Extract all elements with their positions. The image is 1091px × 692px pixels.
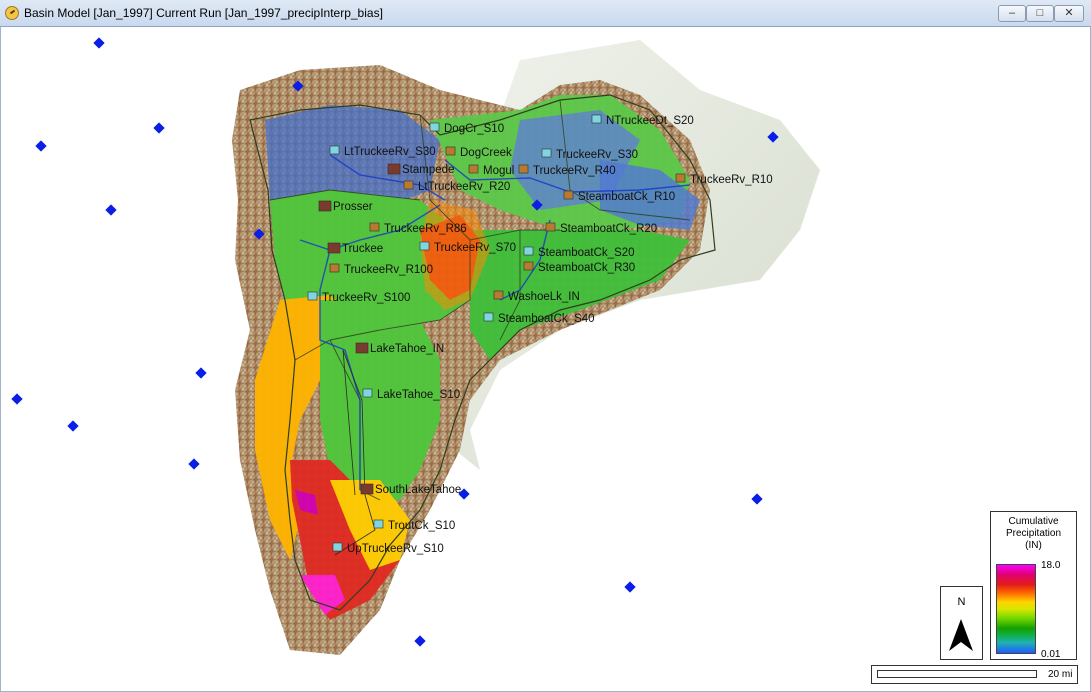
element-label[interactable]: Truckee [342,243,383,255]
north-label: N [957,596,966,608]
gage-marker[interactable] [93,37,105,49]
reach-icon[interactable] [523,261,534,271]
reservoir-icon[interactable] [327,242,341,254]
subbasin-icon[interactable] [429,122,440,132]
element-label[interactable]: Stampede [402,164,454,176]
scale-bar-line [877,670,1037,678]
reservoir-icon[interactable] [318,200,332,212]
north-arrow-icon [949,619,973,651]
gage-marker[interactable] [153,122,165,134]
gage-marker[interactable] [751,493,763,505]
element-label[interactable]: LakeTahoe_S10 [377,389,460,401]
element-label[interactable]: DogCr_S10 [444,123,504,135]
reach-icon[interactable] [329,263,340,273]
gage-marker[interactable] [624,581,636,593]
element-label[interactable]: LtTruckeeRv_S30 [344,146,436,158]
element-label[interactable]: TruckeeRv_R40 [533,165,616,177]
reach-icon[interactable] [675,173,686,183]
reach-icon[interactable] [563,190,574,200]
gage-marker[interactable] [35,140,47,152]
element-label[interactable]: Mogul [483,165,514,177]
subbasin-icon[interactable] [329,145,340,155]
element-label[interactable]: TruckeeRv_S70 [434,242,516,254]
reach-icon[interactable] [445,146,456,156]
element-label[interactable]: WashoeLk_IN [508,291,580,303]
precipitation-legend: Cumulative Precipitation (IN) 18.0 0.01 [990,511,1077,660]
gage-marker[interactable] [67,420,79,432]
element-label[interactable]: LakeTahoe_IN [370,343,444,355]
element-label[interactable]: Prosser [333,201,373,213]
subbasin-icon[interactable] [591,114,602,124]
reach-icon[interactable] [493,290,504,300]
element-label[interactable]: TruckeeRv_R86 [384,223,467,235]
legend-color-ramp [996,564,1036,654]
legend-title-line-2: Precipitation [1005,528,1062,539]
legend-title-line-1: Cumulative [1008,516,1059,527]
gage-marker[interactable] [11,393,23,405]
reach-icon[interactable] [545,222,556,232]
element-label[interactable]: NTruckeeDt_S20 [606,115,694,127]
element-label[interactable]: TruckeeRv_S30 [556,149,638,161]
element-label[interactable]: TruckeeRv_R100 [344,264,433,276]
element-label[interactable]: DogCreek [460,147,512,159]
element-label[interactable]: SouthLakeTahoe [375,484,461,496]
legend-min-value: 0.01 [1041,649,1061,660]
element-label[interactable]: UpTruckeeRv_S10 [347,543,444,555]
subbasin-icon[interactable] [541,148,552,158]
reach-icon[interactable] [369,222,380,232]
element-label[interactable]: TruckeeRv_S100 [322,292,410,304]
subbasin-icon[interactable] [332,542,343,552]
reservoir-icon[interactable] [387,163,401,175]
legend-title-line-3: (IN) [1025,540,1042,551]
reach-icon[interactable] [518,164,529,174]
scale-bar: 20 mi [871,665,1078,684]
north-arrow-box: N [940,586,983,660]
reservoir-icon[interactable] [360,483,374,495]
element-label[interactable]: SteamboatCk_R10 [578,191,675,203]
subbasin-icon[interactable] [307,291,318,301]
gage-marker[interactable] [188,458,200,470]
element-label[interactable]: TruckeeRv_R10 [690,174,773,186]
element-label[interactable]: SteamboatCk_R20 [560,223,657,235]
element-label[interactable]: SteamboatCk_R30 [538,262,635,274]
reservoir-icon[interactable] [355,342,369,354]
subbasin-icon[interactable] [373,519,384,529]
element-label[interactable]: SteamboatCk_S40 [498,313,595,325]
subbasin-icon[interactable] [523,246,534,256]
legend-max-value: 18.0 [1041,560,1061,571]
element-label[interactable]: SteamboatCk_S20 [538,247,635,259]
gage-marker[interactable] [105,204,117,216]
element-label[interactable]: TroutCk_S10 [388,520,455,532]
subbasin-icon[interactable] [483,312,494,322]
reach-icon[interactable] [403,180,414,190]
element-label[interactable]: LtTruckeeRv_R20 [418,181,510,193]
subbasin-icon[interactable] [419,241,430,251]
legend-title: Cumulative Precipitation (IN) [991,516,1076,552]
basin-map[interactable]: DogCr_S10 NTruckeeDt_S20 LtTruckeeRv_S30 Do… [0,0,1091,692]
reach-icon[interactable] [468,164,479,174]
subbasin-icon[interactable] [362,388,373,398]
scale-label: 20 mi [1048,669,1073,680]
gage-marker[interactable] [195,367,207,379]
gage-marker[interactable] [414,635,426,647]
